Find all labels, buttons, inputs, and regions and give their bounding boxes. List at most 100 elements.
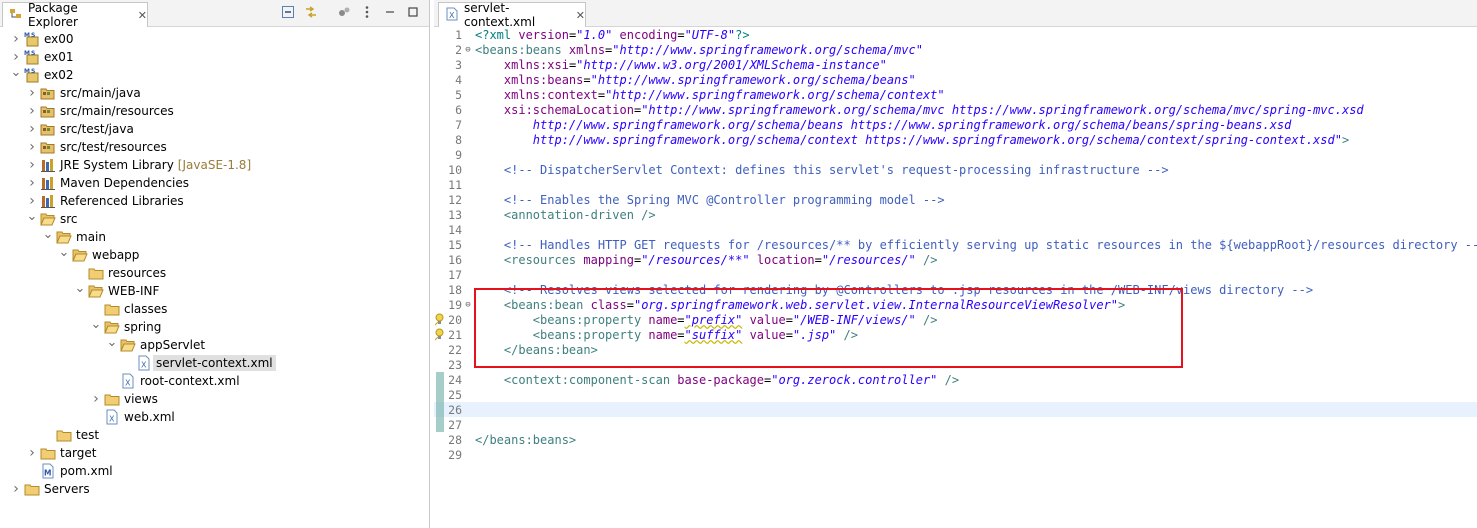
view-menu-icon[interactable] [359,4,375,20]
tree-item-src[interactable]: ⌄ src [0,209,429,228]
tree-item-main[interactable]: ⌄ main [0,227,429,246]
code-line[interactable]: 24 <context:component-scan base-package=… [434,372,1477,387]
tree-item-ex01[interactable]: › M Sex01 [0,48,429,66]
code-line[interactable]: 12 <!-- Enables the Spring MVC @Controll… [434,192,1477,207]
chevron-right-icon[interactable]: › [26,121,38,137]
chevron-right-icon[interactable]: › [26,193,38,209]
code-line[interactable]: 5 xmlns:context="http://www.springframew… [434,87,1477,102]
code-token: ".jsp" [792,327,837,342]
link-with-editor-icon[interactable] [303,4,319,20]
tree-item-test[interactable]: test [0,426,429,444]
code-token: = [677,327,685,342]
tree-item-servers[interactable]: › Servers [0,480,429,498]
code-line[interactable]: 16 <resources mapping = "/resources/**" lo… [434,252,1477,267]
tree-item-src-main-java[interactable]: › src/main/java [0,84,429,102]
code-line[interactable]: 22 </beans:bean> [434,342,1477,357]
package-explorer-tab[interactable]: Package Explorer ✕ [2,1,148,29]
code-line[interactable]: 21 <beans:property name="suffix" value="… [434,327,1477,342]
chevron-right-icon[interactable]: › [90,391,102,407]
code-line[interactable]: 9 [434,147,1477,162]
code-token: /> [915,312,938,327]
tree-item-target[interactable]: › target [0,444,429,462]
code-line[interactable]: 11 [434,177,1477,192]
svg-text:S: S [31,32,35,39]
editor-tab-servlet-context[interactable]: X servlet-context.xml ✕ [438,1,586,29]
focus-task-icon[interactable] [336,4,352,20]
tree-item-maven-dependencies[interactable]: › Maven Dependencies [0,174,429,192]
code-line[interactable]: 23 [434,357,1477,372]
chevron-right-icon[interactable]: › [10,31,22,47]
tree-item-src-test-resources[interactable]: › src/test/resources [0,138,429,156]
chevron-down-icon[interactable]: ⌄ [26,209,38,224]
tree-item-web-inf[interactable]: ⌄ WEB-INF [0,281,429,300]
svg-text:X: X [125,379,131,388]
chevron-right-icon[interactable]: › [26,139,38,155]
code-line[interactable]: 6 xsi:schemaLocation="http://www.springf… [434,102,1477,117]
tree-item-ex00[interactable]: › M Sex00 [0,30,429,48]
folder-icon [104,391,120,407]
tree-item-label: src/main/resources [60,104,174,118]
code-line[interactable]: 1 <?xml version="1.0" encoding="UTF-8"?> [434,27,1477,42]
lightbulb-warning-icon[interactable] [434,313,444,326]
minimize-icon[interactable] [382,4,398,20]
tree-item-spring[interactable]: ⌄ spring [0,317,429,336]
maximize-icon[interactable] [405,4,421,20]
chevron-down-icon[interactable]: ⌄ [106,335,118,350]
chevron-right-icon[interactable]: › [26,175,38,191]
code-line[interactable]: 15 <!-- Handles HTTP GET requests for /r… [434,237,1477,252]
code-line[interactable]: 27 [434,417,1477,432]
code-line[interactable]: 13 <annotation-driven /> [434,207,1477,222]
tree-item-src-test-java[interactable]: › src/test/java [0,120,429,138]
code-line[interactable]: 28 </beans:beans> [434,432,1477,447]
tree-item-referenced-libraries[interactable]: › Referenced Libraries [0,192,429,210]
close-icon[interactable]: ✕ [576,9,585,22]
tree-item-web-xml[interactable]: Xweb.xml [0,408,429,426]
chevron-down-icon[interactable]: ⌄ [58,245,70,260]
chevron-down-icon[interactable]: ⌄ [42,227,54,242]
code-line[interactable]: 19 ⊖ <beans:bean class="org.springframewo… [434,297,1477,312]
chevron-right-icon[interactable]: › [26,103,38,119]
chevron-down-icon[interactable]: ⌄ [90,317,102,332]
code-line[interactable]: 10 <!-- DispatcherServlet Context: defin… [434,162,1477,177]
tree-item-views[interactable]: › views [0,390,429,408]
tree-item-root-context-xml[interactable]: Xroot-context.xml [0,372,429,390]
code-token: <context:component-scan [503,372,678,387]
code-line[interactable]: 18 <!-- Resolves views selected for rend… [434,282,1477,297]
chevron-right-icon[interactable]: › [26,445,38,461]
code-line[interactable]: 2 ⊖ <beans:beans xmlns="http://www.springf… [434,42,1477,57]
chevron-down-icon[interactable]: ⌄ [10,65,22,80]
code-line[interactable]: 8 http://www.springframework.org/schema/… [434,132,1477,147]
chevron-right-icon[interactable]: › [10,481,22,497]
code-line[interactable]: 14 [434,222,1477,237]
code-line[interactable]: 26 [434,402,1477,417]
chevron-right-icon[interactable]: › [26,157,38,173]
folder-open-icon [40,211,56,227]
code-line[interactable]: 3 xmlns:xsi="http://www.w3.org/2001/XMLS… [434,57,1477,72]
fold-toggle-icon[interactable]: ⊖ [462,45,474,55]
fold-toggle-icon[interactable]: ⊖ [462,300,474,310]
tree-item-servlet-context-xml[interactable]: Xservlet-context.xml [0,354,429,372]
tree-item-webapp[interactable]: ⌄ webapp [0,245,429,264]
lightbulb-warning-icon[interactable] [434,328,444,341]
code-area[interactable]: 1 <?xml version="1.0" encoding="UTF-8"?> 2… [434,27,1477,528]
code-line[interactable]: 17 [434,267,1477,282]
close-icon[interactable]: ✕ [138,9,147,22]
code-line[interactable]: 20 <beans:property name="prefix" value="… [434,312,1477,327]
code-line[interactable]: 25 [434,387,1477,402]
tree-item-ex02[interactable]: ⌄ M Sex02 [0,65,429,84]
tree-item-appservlet[interactable]: ⌄ appServlet [0,335,429,354]
code-line[interactable]: 7 http://www.springframework.org/schema/… [434,117,1477,132]
code-line[interactable]: 29 [434,447,1477,462]
chevron-right-icon[interactable]: › [10,49,22,65]
tree-item-src-main-resources[interactable]: › src/main/resources [0,102,429,120]
folder-icon [88,265,104,281]
tree-item-jre-system-library[interactable]: › JRE System Library [JavaSE-1.8] [0,156,429,174]
code-line[interactable]: 4 xmlns:beans="http://www.springframewor… [434,72,1477,87]
chevron-right-icon[interactable]: › [26,85,38,101]
tree-item-resources[interactable]: resources [0,264,429,282]
collapse-all-icon[interactable] [280,4,296,20]
tree-item-pom-xml[interactable]: Mpom.xml [0,462,429,480]
tree-item-classes[interactable]: classes [0,300,429,318]
tree-item-label: web.xml [124,410,175,424]
chevron-down-icon[interactable]: ⌄ [74,281,86,296]
